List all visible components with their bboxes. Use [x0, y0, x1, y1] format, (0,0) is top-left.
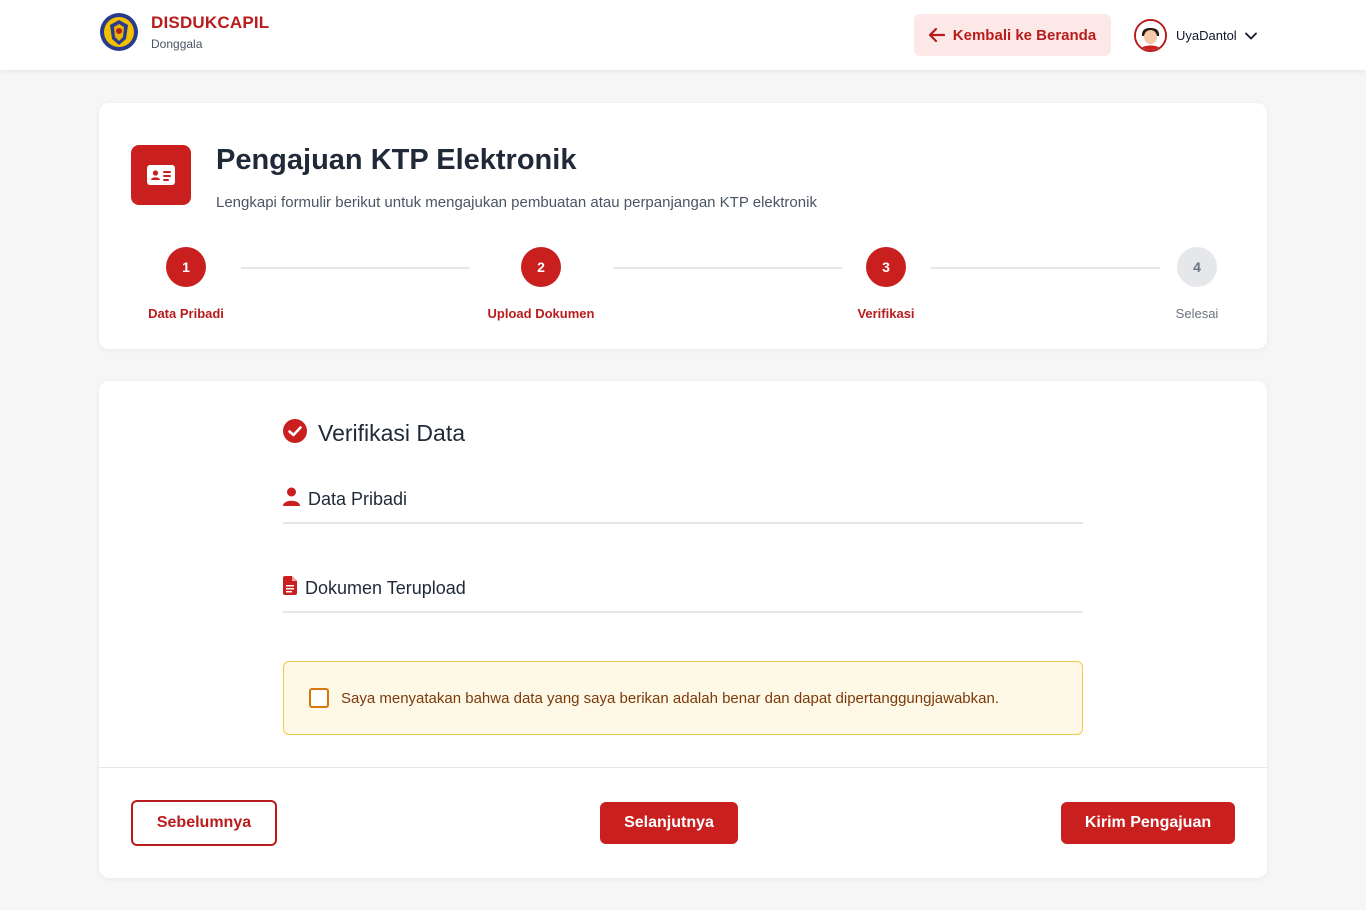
step-number: 4 [1177, 247, 1217, 287]
page-description: Lengkapi formulir berikut untuk mengajuk… [216, 194, 817, 211]
next-button[interactable]: Selanjutnya [600, 802, 738, 844]
step-label: Data Pribadi [148, 306, 224, 321]
form-header-card: Pengajuan KTP Elektronik Lengkapi formul… [99, 103, 1267, 349]
back-to-home-label: Kembali ke Beranda [952, 26, 1097, 44]
top-navbar: DISDUKCAPIL Donggala Kembali ke Beranda … [0, 0, 1366, 70]
agreement-checkbox[interactable] [309, 688, 329, 708]
page-title: Pengajuan KTP Elektronik [216, 144, 577, 176]
step-connector [241, 267, 470, 269]
government-emblem-logo [99, 12, 139, 52]
step-number: 1 [166, 247, 206, 287]
step-verifikasi: 3 Verifikasi [846, 247, 926, 322]
step-connector [931, 267, 1160, 269]
verification-form-card: Verifikasi Data Data Pribadi Dokumen Ter… [99, 381, 1267, 878]
arrow-left-icon [928, 28, 945, 42]
step-number: 2 [521, 247, 561, 287]
user-name: UyaDantol [1176, 28, 1237, 43]
verification-section-title: Verifikasi Data [283, 419, 465, 448]
agreement-notice: Saya menyatakan bahwa data yang saya ber… [283, 661, 1083, 735]
check-circle-icon [283, 419, 307, 448]
step-label: Verifikasi [857, 306, 915, 321]
step-selesai: 4 Selesai [1157, 247, 1237, 322]
step-connector [613, 267, 842, 269]
footer-divider [99, 767, 1267, 768]
documents-heading: Dokumen Terupload [283, 576, 1083, 613]
chevron-down-icon [1244, 32, 1257, 40]
user-menu[interactable]: UyaDantol [1134, 19, 1257, 52]
id-card-icon [131, 145, 191, 205]
step-data-pribadi: 1 Data Pribadi [146, 247, 226, 322]
step-upload-dokumen: 2 Upload Dokumen [471, 247, 611, 322]
brand-title: DISDUKCAPIL [151, 13, 270, 32]
step-label: Selesai [1175, 306, 1219, 321]
documents-title: Dokumen Terupload [305, 577, 466, 598]
previous-button[interactable]: Sebelumnya [131, 800, 277, 846]
brand-subtitle: Donggala [151, 37, 203, 51]
file-icon [283, 576, 297, 600]
back-to-home-button[interactable]: Kembali ke Beranda [914, 14, 1111, 56]
step-label: Upload Dokumen [487, 306, 595, 321]
user-icon [283, 487, 300, 511]
personal-data-title: Data Pribadi [308, 488, 408, 509]
brand[interactable]: DISDUKCAPIL Donggala [99, 12, 269, 52]
submit-application-button[interactable]: Kirim Pengajuan [1061, 802, 1235, 844]
verification-title: Verifikasi Data [318, 420, 466, 446]
personal-data-heading: Data Pribadi [283, 487, 1083, 524]
step-number: 3 [866, 247, 906, 287]
avatar [1134, 19, 1167, 52]
agreement-text: Saya menyatakan bahwa data yang saya ber… [341, 689, 999, 707]
